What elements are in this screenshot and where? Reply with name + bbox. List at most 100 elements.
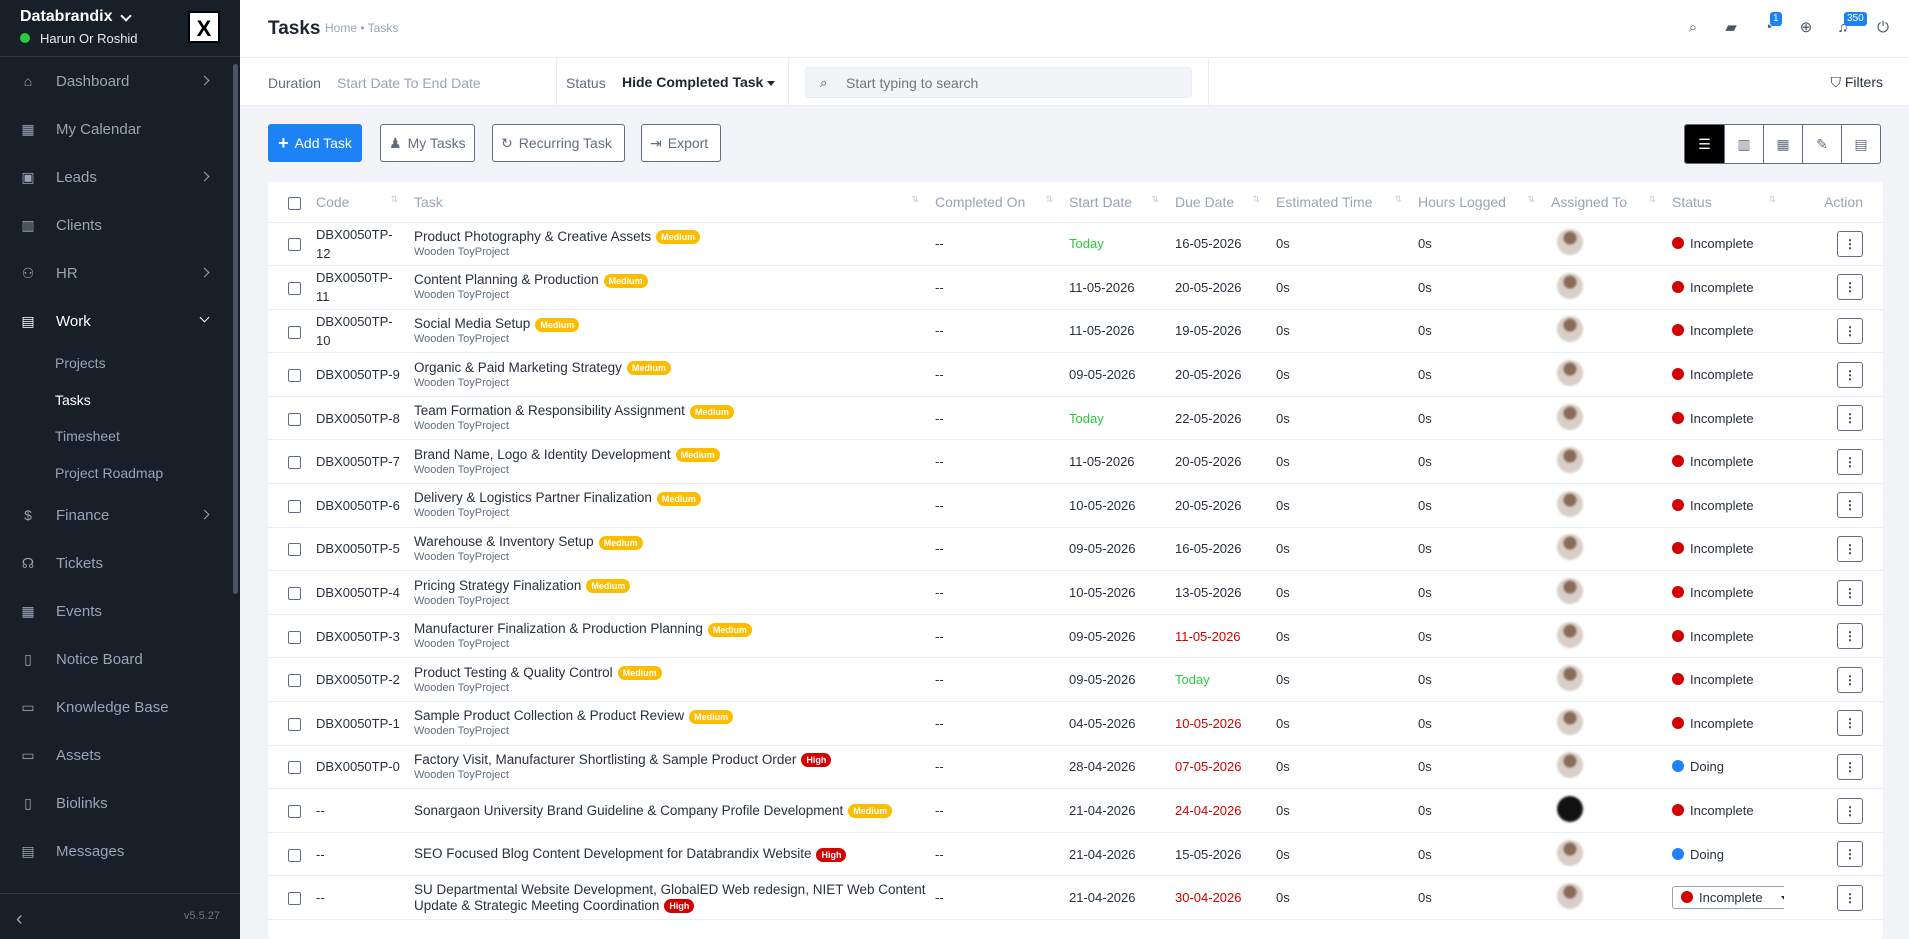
task-name-link[interactable]: Organic & Paid Marketing Strategy [414,360,622,375]
row-checkbox[interactable] [288,499,301,513]
power-icon[interactable]: ⏻ [1873,18,1893,38]
task-name-link[interactable]: Social Media Setup [414,316,530,331]
column-header-due-date[interactable]: Due Date ⇅ [1167,182,1268,223]
avatar[interactable] [1557,578,1583,605]
column-header-code[interactable]: Code ⇅ [308,182,406,223]
more-actions-icon[interactable]: ⋮ [1837,623,1863,650]
avatar[interactable] [1557,839,1583,866]
column-header-assigned-to[interactable]: Assigned To ⇅ [1543,182,1664,223]
more-actions-icon[interactable]: ⋮ [1837,579,1863,606]
pin-icon[interactable]: ✎ [1802,125,1841,163]
avatar[interactable] [1557,360,1583,387]
avatar[interactable] [1557,752,1583,779]
task-name-link[interactable]: Team Formation & Responsibility Assignme… [414,403,685,418]
sidebar-subitem-timesheet[interactable]: Timesheet [0,418,232,455]
task-name-link[interactable]: Product Photography & Creative Assets [414,229,651,244]
collapse-sidebar-icon[interactable]: ‹ [16,908,23,931]
project-name[interactable]: Wooden ToyProject [414,288,927,302]
project-name[interactable]: Wooden ToyProject [414,506,927,520]
task-name-link[interactable]: Product Testing & Quality Control [414,665,613,680]
task-name-link[interactable]: Sample Product Collection & Product Revi… [414,708,684,723]
logo-icon[interactable]: X [188,11,220,43]
sidebar-item-tickets[interactable]: ☊ Tickets [0,539,232,587]
avatar[interactable] [1557,883,1583,910]
more-actions-icon[interactable]: ⋮ [1837,535,1863,562]
add-task-button[interactable]: + Add Task [268,124,362,162]
task-name-link[interactable]: Pricing Strategy Finalization [414,578,581,593]
export-button[interactable]: ⇥ Export [641,124,721,162]
sidebar-item-dashboard[interactable]: ⌂ Dashboard [0,57,232,105]
row-checkbox[interactable] [288,456,301,470]
task-name-link[interactable]: Sonargaon University Brand Guideline & C… [414,803,843,818]
breadcrumb[interactable]: Home • Tasks [325,21,398,35]
avatar[interactable] [1557,490,1583,517]
more-actions-icon[interactable]: ⋮ [1837,710,1863,737]
more-actions-icon[interactable]: ⋮ [1837,405,1863,432]
row-checkbox[interactable] [288,761,301,775]
more-actions-icon[interactable]: ⋮ [1837,492,1863,519]
chevron-down-icon[interactable] [120,10,132,22]
column-header-estimated-time[interactable]: Estimated Time ⇅ [1268,182,1410,223]
more-actions-icon[interactable]: ⋮ [1837,274,1863,301]
task-name-link[interactable]: Delivery & Logistics Partner Finalizatio… [414,490,652,505]
sidebar-item-finance[interactable]: $ Finance [0,491,232,539]
status-filter-select[interactable]: Hide Completed Task [622,74,776,90]
row-checkbox[interactable] [288,238,301,252]
clipboard-icon[interactable]: ▤ [1841,125,1880,163]
avatar[interactable] [1557,621,1583,648]
search-input[interactable] [846,68,1186,97]
column-header-hours-logged[interactable]: Hours Logged ⇅ [1410,182,1543,223]
board-view-icon[interactable]: ▥ [1724,125,1763,163]
sidebar-subitem-projects[interactable]: Projects [0,345,232,382]
avatar[interactable] [1557,665,1583,692]
more-actions-icon[interactable]: ⋮ [1837,666,1863,693]
row-checkbox[interactable] [288,892,301,906]
project-name[interactable]: Wooden ToyProject [414,463,927,477]
sidebar-scrollbar[interactable] [233,64,238,594]
row-checkbox[interactable] [288,805,301,819]
more-actions-icon[interactable]: ⋮ [1837,230,1863,257]
task-name-link[interactable]: Manufacturer Finalization & Production P… [414,621,703,636]
list-view-icon[interactable]: ☰ [1685,125,1724,163]
select-all-checkbox[interactable] [288,196,301,210]
sticky-note-icon[interactable]: ▰ [1721,18,1741,38]
task-name-link[interactable]: Content Planning & Production [414,272,599,287]
search-icon[interactable]: ⌕ [1683,18,1703,38]
project-name[interactable]: Wooden ToyProject [414,550,927,564]
row-checkbox[interactable] [288,630,301,644]
task-name-link[interactable]: SEO Focused Blog Content Development for… [414,846,811,861]
sidebar-item-leads[interactable]: ▣ Leads [0,153,232,201]
plus-circle-icon[interactable]: ⊕ [1796,18,1816,38]
project-name[interactable]: Wooden ToyProject [414,419,927,433]
sidebar-item-biolinks[interactable]: ▯ Biolinks [0,779,232,827]
row-checkbox[interactable] [288,369,301,383]
project-name[interactable]: Wooden ToyProject [414,724,927,738]
project-name[interactable]: Wooden ToyProject [414,681,927,695]
task-name-link[interactable]: Warehouse & Inventory Setup [414,534,594,549]
sidebar-item-events[interactable]: ▦ Events [0,587,232,635]
row-checkbox[interactable] [288,543,301,557]
row-checkbox[interactable] [288,412,301,426]
project-name[interactable]: Wooden ToyProject [414,332,927,346]
sidebar-item-my-calendar[interactable]: ▦ My Calendar [0,105,232,153]
sidebar-item-knowledge-base[interactable]: ▭ Knowledge Base [0,683,232,731]
avatar[interactable] [1557,447,1583,474]
project-name[interactable]: Wooden ToyProject [414,768,927,782]
sidebar-item-notice-board[interactable]: ▯ Notice Board [0,635,232,683]
project-name[interactable]: Wooden ToyProject [414,376,927,390]
more-actions-icon[interactable]: ⋮ [1837,317,1863,344]
row-checkbox[interactable] [288,848,301,862]
my-tasks-button[interactable]: ♟ My Tasks [380,124,475,162]
more-actions-icon[interactable]: ⋮ [1837,448,1863,475]
filters-button[interactable]: ⛉ Filters [1830,74,1883,91]
duration-picker[interactable]: Start Date To End Date [337,75,481,91]
sidebar-item-work[interactable]: ▤ Work [0,297,232,345]
sidebar-item-assets[interactable]: ▭ Assets [0,731,232,779]
project-name[interactable]: Wooden ToyProject [414,637,927,651]
column-header-completed-on[interactable]: Completed On ⇅ [927,182,1061,223]
row-checkbox[interactable] [288,587,301,601]
status-select[interactable]: Incomplete [1672,886,1784,910]
row-checkbox[interactable] [288,717,301,731]
task-name-link[interactable]: Factory Visit, Manufacturer Shortlisting… [414,752,796,767]
avatar[interactable] [1557,272,1583,299]
